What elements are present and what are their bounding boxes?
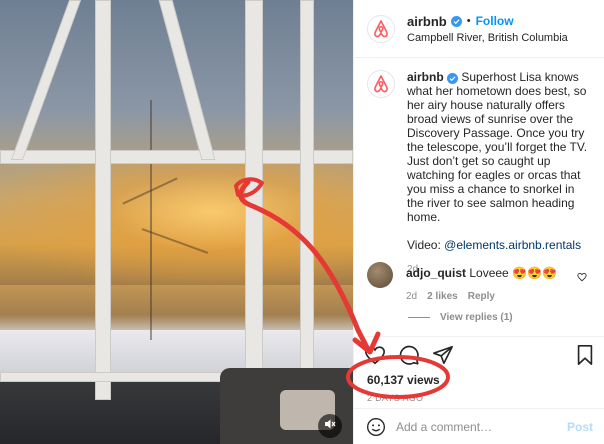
airbnb-logo-icon <box>374 19 388 37</box>
follow-button[interactable]: Follow <box>476 14 514 28</box>
window-frame <box>95 0 111 400</box>
view-replies-button[interactable]: View replies (1) <box>408 312 513 323</box>
window-frame <box>158 0 216 160</box>
commenter-avatar[interactable] <box>367 262 393 288</box>
comment-likes[interactable]: 2 likes <box>427 291 458 302</box>
post-details-panel: airbnb • Follow Campbell River, British … <box>353 0 604 444</box>
airbnb-logo-avatar[interactable] <box>367 14 395 43</box>
post-video[interactable] <box>0 0 353 444</box>
volume-muted-icon[interactable] <box>318 414 342 438</box>
window-frame <box>245 0 263 390</box>
window-frame <box>10 0 82 160</box>
separator-dot: • <box>466 15 471 27</box>
airbnb-logo-icon <box>374 75 388 93</box>
comment-time[interactable]: 2d <box>406 291 417 302</box>
comment: adjo_quist Loveee 😍😍😍 2d 2 likes Reply <box>367 262 595 302</box>
caption-text: airbnb Superhost Lisa knows what her hom… <box>407 70 593 224</box>
comment-reply-button[interactable]: Reply <box>468 291 495 302</box>
tree-trunk <box>150 100 152 340</box>
window-frame <box>300 0 314 380</box>
comment-input[interactable] <box>396 419 567 434</box>
caption-avatar[interactable] <box>367 70 395 98</box>
verified-badge-icon <box>450 15 462 27</box>
view-replies-label: View replies (1) <box>440 312 513 323</box>
caption-body: Superhost Lisa knows what her hometown d… <box>407 70 588 224</box>
comment-text: adjo_quist Loveee 😍😍😍 <box>406 266 557 280</box>
comment-meta: 2d 2 likes Reply <box>406 291 557 302</box>
comment-body: Loveee 😍😍😍 <box>469 266 557 280</box>
commenter-username[interactable]: adjo_quist <box>406 266 466 280</box>
comment-like-icon[interactable] <box>577 270 587 285</box>
view-count[interactable]: 60,137 views <box>354 373 604 387</box>
video-credit-label: Video: <box>407 238 441 252</box>
post-date[interactable]: 2 DAYS AGO <box>354 393 604 403</box>
emoji-icon[interactable] <box>366 417 386 437</box>
verified-badge-icon <box>447 73 459 84</box>
header-username[interactable]: airbnb <box>407 14 447 29</box>
post-comment-button[interactable]: Post <box>567 420 593 434</box>
caption: airbnb Superhost Lisa knows what her hom… <box>367 70 595 275</box>
comment-bubble-icon[interactable] <box>398 344 420 366</box>
caption-username[interactable]: airbnb <box>407 70 444 84</box>
video-credit: Video: @elements.airbnb.rentals <box>407 238 593 252</box>
add-comment-bar: Post <box>354 408 604 444</box>
bookmark-icon[interactable] <box>575 344 595 366</box>
video-credit-link[interactable]: @elements.airbnb.rentals <box>444 238 581 252</box>
post-actions-section: 60,137 views 2 DAYS AGO <box>354 336 604 403</box>
like-heart-icon[interactable] <box>364 344 386 366</box>
post-location[interactable]: Campbell River, British Columbia <box>407 32 568 44</box>
view-replies-line <box>408 317 430 318</box>
action-bar <box>354 337 604 373</box>
post-header: airbnb • Follow Campbell River, British … <box>354 0 604 58</box>
share-paper-plane-icon[interactable] <box>432 344 454 366</box>
